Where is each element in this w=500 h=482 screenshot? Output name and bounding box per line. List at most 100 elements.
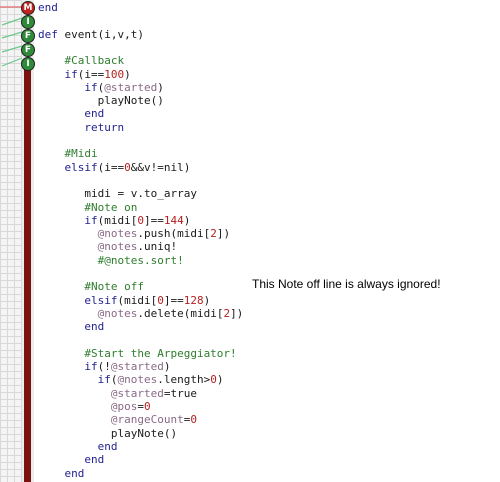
code-line: if(!@started) [38,360,170,373]
code-token: 128 [183,293,204,307]
code-line: if(@started) [38,81,164,94]
code-token: playNote() [38,426,178,440]
code-token: def [38,27,58,41]
code-token: playNote() [38,94,164,108]
code-line: if(@notes.length>0) [38,373,224,387]
code-token: ) [216,373,224,387]
pin-0[interactable]: M [21,1,35,15]
code-token: end [38,466,85,480]
code-token: if [38,80,98,94]
code-line: #Note on [38,201,137,214]
code-token: midi = v.to_array [38,187,197,201]
code-line: @notes.push(midi[2]) [38,227,230,240]
code-line: @pos=0 [38,400,151,413]
code-token: (i== [97,160,125,174]
pin-4[interactable]: I [21,57,35,71]
code-token: 2 [210,227,217,241]
code-line: return [38,121,124,134]
code-line: def event(i,v,t) [38,28,144,41]
code-editor: MIFFI end def event(i,v,t) #Callback if(i… [0,0,500,482]
pin-1[interactable]: I [21,15,35,29]
code-token: ) [183,213,191,227]
code-line: @started=true [38,387,197,400]
code-token: (! [97,360,111,374]
code-token: ) [157,80,164,94]
code-line: #Note off [38,280,144,293]
code-token: ]== [143,213,164,227]
code-token: #Note off [38,280,144,294]
code-token: = [137,400,144,413]
code-line: @rangeCount=0 [38,413,197,426]
wire-i1 [1,17,23,26]
code-token: @started [38,386,164,400]
code-area[interactable]: end def event(i,v,t) #Callback if(i==100)… [38,0,500,482]
code-token: .delete(midi[ [137,306,224,320]
code-token: &&v!=nil) [130,160,191,174]
code-line: end [38,1,58,14]
code-line: end [38,453,104,466]
code-token: #Note on [38,200,138,214]
connection-wires [0,6,23,67]
code-line: @notes.delete(midi[2]) [38,306,244,320]
code-token: (midi[ [117,293,158,307]
code-token: .length> [157,373,211,387]
code-token: if [38,373,111,387]
code-token: @notes [38,306,138,320]
code-token: .push(midi[ [137,227,211,241]
code-token: if [38,213,98,227]
code-line: @notes.uniq! [38,240,178,254]
code-token: 0 [137,213,144,227]
wire-f1 [1,31,23,39]
code-token: if [38,360,98,374]
code-token: end [38,439,118,453]
code-token: 0 [124,160,131,174]
wire-f2 [1,45,23,53]
code-token: 0 [190,413,197,427]
code-token: @rangeCount [38,413,184,427]
code-line: end [38,439,118,453]
code-line: #@notes.sort! [38,254,184,267]
code-token: (midi[ [97,213,138,227]
code-token: @pos [38,400,138,413]
wire-i2 [1,57,23,67]
code-token: 144 [163,213,184,227]
pin-3[interactable]: F [21,43,35,57]
code-token: #Midi [38,147,98,161]
code-token: =true [163,386,197,400]
code-token: end [38,320,105,334]
code-line: midi = v.to_array [38,187,197,200]
code-line: end [38,107,104,120]
annotation-text: This Note off line is always ignored! [252,277,441,291]
code-token: ]) [216,227,231,241]
code-line: elsif(midi[0]==128) [38,294,210,307]
code-token: #@notes.sort! [38,253,184,267]
code-line: end [38,467,84,480]
code-token: @started [104,80,158,94]
code-line: #Midi [38,147,98,161]
code-token: end [38,1,58,14]
code-token: ) [163,360,171,374]
code-token: ]== [163,293,184,307]
code-token: if [38,67,78,81]
code-line: playNote() [38,94,164,107]
code-line: elsif(i==0&&v!=nil) [38,161,190,174]
code-line: if(i==100) [38,67,131,81]
code-token: end [38,453,105,467]
code-token: ) [124,67,131,81]
code-token: @notes [38,240,138,254]
code-token: @notes [117,373,158,387]
code-line: playNote() [38,427,177,440]
code-token: event(i,v,t) [57,27,144,41]
code-line: #Callback [38,54,124,67]
code-token: ]) [230,306,244,320]
gutter-bar [24,62,31,482]
pin-2[interactable]: F [21,29,35,43]
code-line: #Start the Arpeggiator! [38,347,236,360]
code-token: 0 [210,373,217,387]
code-token: return [38,120,125,134]
code-token: elsif [38,160,98,174]
code-line: if(midi[0]==144) [38,214,190,227]
code-token: (i== [77,67,105,81]
code-token: end [38,107,105,121]
code-token: ) [203,293,211,307]
